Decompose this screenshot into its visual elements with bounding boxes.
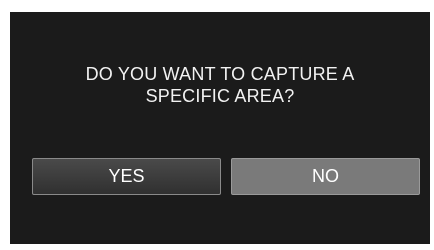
dialog-message-line-1: DO YOU WANT TO CAPTURE A <box>85 64 355 84</box>
no-button[interactable]: NO <box>231 158 420 195</box>
yes-button[interactable]: YES <box>32 158 221 195</box>
capture-area-dialog: DO YOU WANT TO CAPTURE A SPECIFIC AREA? … <box>10 12 430 244</box>
dialog-message-line-2: SPECIFIC AREA? <box>145 86 295 106</box>
dialog-message: DO YOU WANT TO CAPTURE A SPECIFIC AREA? <box>10 63 430 107</box>
